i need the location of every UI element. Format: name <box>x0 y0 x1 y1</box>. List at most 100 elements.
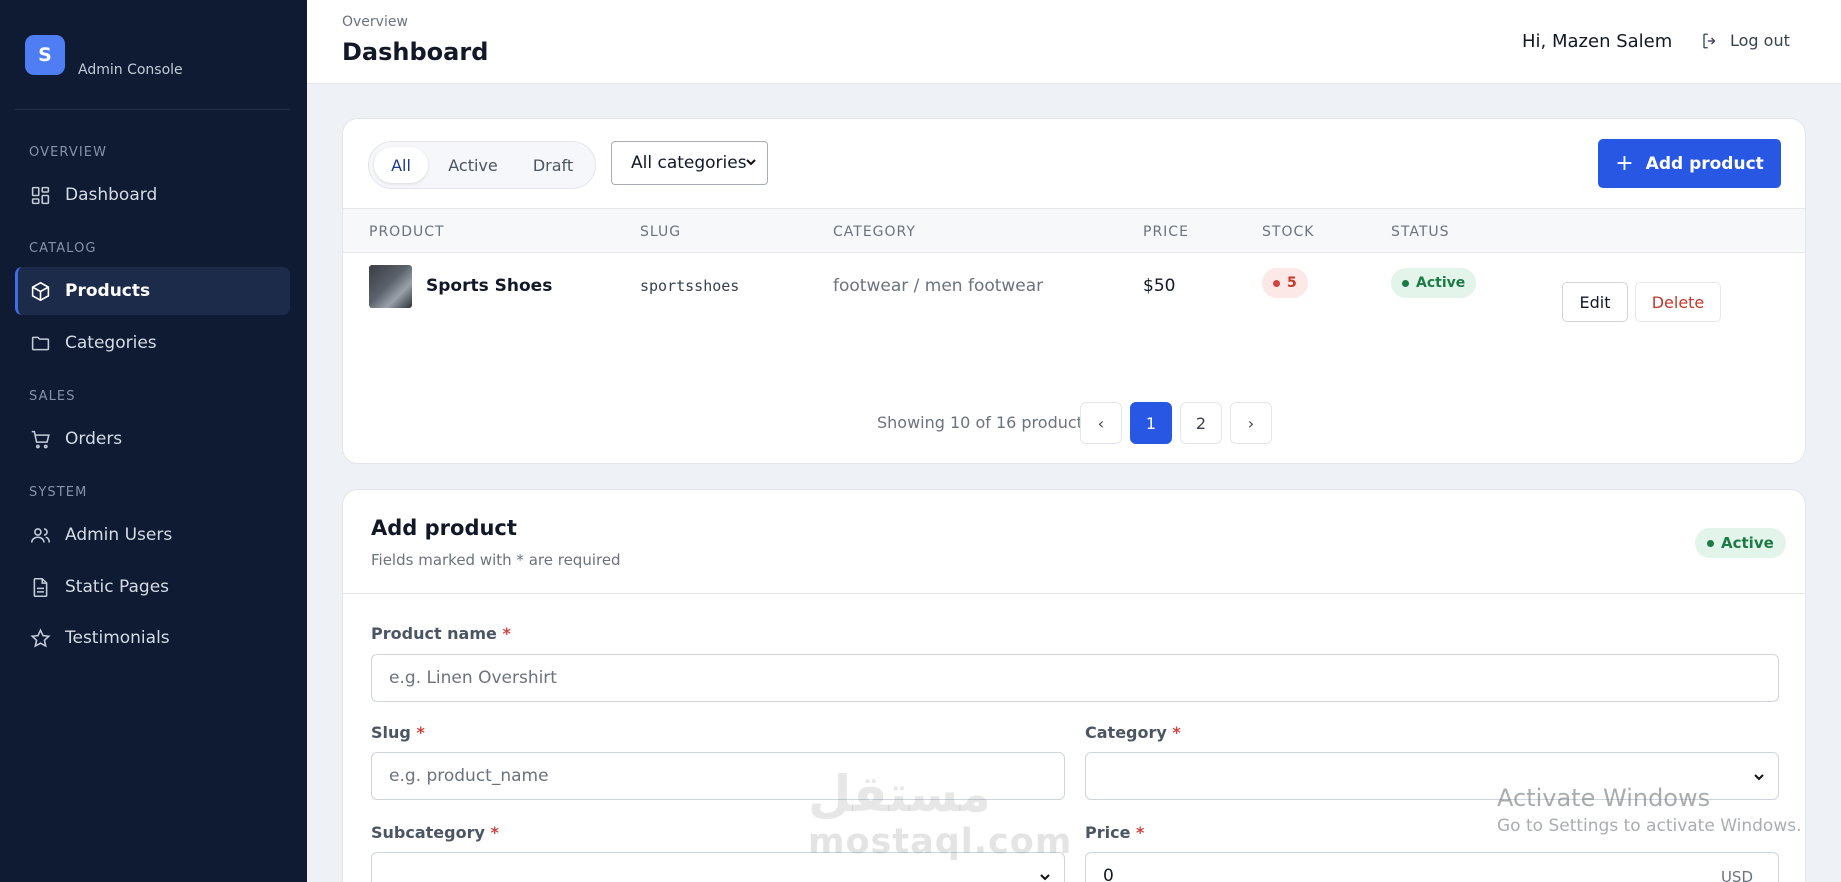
price-label: Price * <box>1085 823 1144 842</box>
table-header: PRODUCT SLUG CATEGORY PRICE STOCK STATUS <box>343 208 1805 253</box>
sidebar-item-label: Dashboard <box>65 185 158 205</box>
users-icon <box>30 527 51 543</box>
stock-value: 5 <box>1287 275 1297 291</box>
form-status-value: Active <box>1721 534 1774 552</box>
add-product-button[interactable]: + Add product <box>1598 139 1781 188</box>
top-header: Overview Dashboard Hi, Mazen Salem Log o… <box>307 0 1841 84</box>
sidebar-item-testimonials[interactable]: Testimonials <box>15 614 290 662</box>
required-mark: * <box>490 823 499 842</box>
sidebar-section-sales: SALES <box>29 389 76 404</box>
form-subtitle: Fields marked with * are required <box>371 551 621 569</box>
price-currency-suffix: USD <box>1720 868 1753 882</box>
mostaql-watermark-logo: مستقل <box>808 765 991 823</box>
delete-button[interactable]: Delete <box>1635 282 1721 322</box>
column-slug: SLUG <box>640 224 682 240</box>
sidebar-item-static-pages[interactable]: Static Pages <box>15 563 290 611</box>
required-mark: * <box>416 723 425 742</box>
sidebar-divider <box>15 109 290 110</box>
plus-icon: + <box>1615 150 1634 176</box>
box-icon <box>31 281 50 301</box>
logout-icon <box>1703 33 1716 48</box>
logout-button[interactable]: Log out <box>1701 31 1790 50</box>
add-product-label: Add product <box>1645 153 1764 174</box>
chevron-down-icon <box>1040 874 1050 881</box>
brand-name: Admin Console <box>78 62 183 78</box>
sidebar-item-dashboard[interactable]: Dashboard <box>15 171 290 219</box>
grid-icon <box>31 186 50 204</box>
form-title: Add product <box>371 516 517 540</box>
status-filter: All Active Draft <box>368 141 596 189</box>
filter-all[interactable]: All <box>374 147 428 183</box>
sidebar-section-system: SYSTEM <box>29 485 88 500</box>
column-price: PRICE <box>1143 224 1189 240</box>
category-label: Category * <box>1085 723 1181 742</box>
sidebar: S Admin Console OVERVIEW Dashboard CATAL… <box>0 0 307 882</box>
slug-label: Slug * <box>371 723 425 742</box>
stock-badge: 5 <box>1262 268 1308 298</box>
status-value: Active <box>1416 275 1466 291</box>
filter-active[interactable]: Active <box>435 147 511 183</box>
required-mark: * <box>1136 823 1145 842</box>
file-icon <box>33 577 48 597</box>
required-mark: * <box>1172 723 1181 742</box>
sidebar-item-orders[interactable]: Orders <box>15 415 290 463</box>
pagination-page-2[interactable]: 2 <box>1180 402 1222 444</box>
price-value: 0 <box>1103 866 1114 882</box>
sidebar-item-categories[interactable]: Categories <box>15 319 290 367</box>
sidebar-item-admin-users[interactable]: Admin Users <box>15 511 290 559</box>
folder-icon <box>31 336 50 350</box>
filter-draft[interactable]: Draft <box>517 147 589 183</box>
chevron-down-icon <box>1754 774 1764 781</box>
brand[interactable]: S Admin Console <box>25 35 183 78</box>
slug-label-text: Slug <box>371 723 411 742</box>
windows-activation-title: Activate Windows <box>1497 784 1711 812</box>
category-filter-select[interactable]: All categories <box>611 141 768 185</box>
star-icon <box>30 627 51 648</box>
required-mark: * <box>502 624 511 643</box>
column-product: PRODUCT <box>369 224 445 240</box>
column-category: CATEGORY <box>833 224 916 240</box>
sidebar-item-products[interactable]: Products <box>15 267 290 315</box>
sidebar-item-label: Admin Users <box>65 525 173 545</box>
status-badge: Active <box>1391 268 1477 298</box>
mostaql-watermark-text: mostaql.com <box>808 822 1073 862</box>
product-name-label: Product name * <box>371 624 511 643</box>
sidebar-section-catalog: CATALOG <box>29 241 97 256</box>
sidebar-item-label: Orders <box>65 429 123 449</box>
page-title: Dashboard <box>342 38 489 66</box>
product-name-input[interactable]: e.g. Linen Overshirt <box>371 654 1779 702</box>
edit-button[interactable]: Edit <box>1562 282 1628 322</box>
column-stock: STOCK <box>1262 224 1315 240</box>
pagination-prev-button[interactable]: ‹ <box>1080 402 1122 444</box>
pagination-page-1[interactable]: 1 <box>1130 402 1172 444</box>
product-category: footwear / men footwear <box>833 276 1044 296</box>
product-price: $50 <box>1143 276 1176 296</box>
product-slug: sportsshoes <box>640 277 740 295</box>
sidebar-section-overview: OVERVIEW <box>29 145 108 160</box>
products-card: All Active Draft All categories + Add pr… <box>342 118 1806 464</box>
sidebar-item-label: Static Pages <box>65 577 170 597</box>
product-name-label-text: Product name <box>371 624 497 643</box>
subcategory-label: Subcategory * <box>371 823 499 842</box>
windows-activation-subtitle: Go to Settings to activate Windows. <box>1497 816 1802 836</box>
form-status-badge[interactable]: Active <box>1695 528 1786 558</box>
product-name-placeholder: e.g. Linen Overshirt <box>389 668 557 688</box>
category-label-text: Category <box>1085 723 1167 742</box>
price-label-text: Price <box>1085 823 1131 842</box>
pagination-next-button[interactable]: › <box>1230 402 1272 444</box>
sidebar-item-label: Testimonials <box>65 628 170 648</box>
column-status: STATUS <box>1391 224 1450 240</box>
status-dot-icon <box>1402 279 1409 287</box>
sidebar-item-label: Products <box>65 281 151 301</box>
breadcrumb[interactable]: Overview <box>342 14 408 30</box>
chevron-down-icon <box>746 159 756 166</box>
product-thumbnail <box>369 265 412 308</box>
user-greeting: Hi, Mazen Salem <box>1522 31 1673 52</box>
product-name: Sports Shoes <box>426 276 553 296</box>
pagination-summary: Showing 10 of 16 products <box>877 413 1092 432</box>
stock-dot-icon <box>1273 279 1280 287</box>
status-dot-icon <box>1707 539 1714 547</box>
subcategory-label-text: Subcategory <box>371 823 485 842</box>
price-input[interactable]: 0 USD <box>1085 852 1779 882</box>
brand-logo: S <box>25 35 65 75</box>
